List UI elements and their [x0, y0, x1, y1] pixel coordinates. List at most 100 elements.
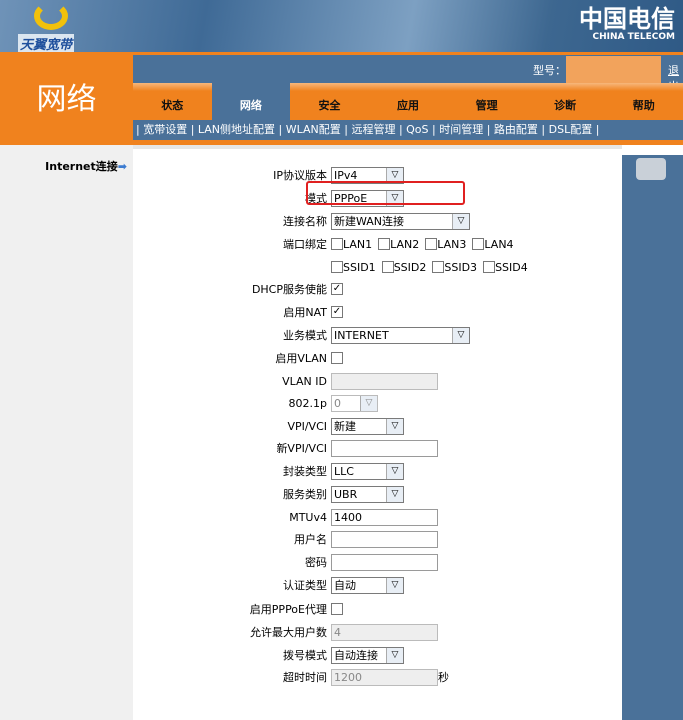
select-field[interactable]: INTERNET ▽ — [331, 326, 470, 344]
field-label: 模式 — [305, 192, 327, 205]
chevron-down-icon: ▽ — [452, 327, 469, 343]
port-checkbox[interactable]: LAN1 — [331, 238, 372, 251]
select-value: LLC — [334, 464, 354, 478]
text-input[interactable]: 4 — [331, 623, 438, 641]
chevron-down-icon: ▽ — [452, 213, 469, 229]
text-input[interactable]: 1400 — [331, 508, 438, 526]
tab-0[interactable]: 状态 — [133, 83, 212, 120]
field-label: IP协议版本 — [273, 169, 327, 182]
blurred-item — [636, 158, 666, 180]
select-field[interactable]: 0 ▽ — [331, 394, 378, 412]
form-row: 连接名称 新建WAN连接 ▽ — [133, 211, 622, 231]
form-row: 服务类别 UBR ▽ — [133, 484, 622, 504]
china-telecom-logo: 中国电信 CHINA TELECOM — [579, 5, 675, 42]
model-label: 型号： — [533, 64, 566, 77]
checkbox-label: SSID4 — [495, 260, 528, 274]
form-row: 端口绑定 LAN1 LAN2 LAN3 LAN4 — [133, 234, 622, 254]
checkbox[interactable] — [331, 352, 343, 364]
tab-4[interactable]: 管理 — [447, 83, 526, 120]
text-input[interactable] — [331, 553, 438, 571]
form-row: VPI/VCI 新建 ▽ — [133, 416, 622, 436]
unit-suffix: 秒 — [438, 671, 449, 684]
chevron-down-icon: ▽ — [386, 577, 403, 593]
text-input[interactable]: 1200 — [331, 668, 438, 686]
checkbox-label: LAN2 — [390, 237, 420, 251]
field-label: 连接名称 — [283, 215, 327, 228]
select-field[interactable]: UBR ▽ — [331, 485, 404, 503]
form-row: 用户名 — [133, 529, 622, 549]
field-label: VLAN ID — [282, 374, 327, 388]
tab-6[interactable]: 帮助 — [604, 83, 683, 120]
arrow-right-icon: ➡ — [117, 160, 127, 173]
form-row: 启用VLAN — [133, 348, 622, 368]
form-row: 允许最大用户数 4 — [133, 622, 622, 642]
port-checkbox[interactable]: LAN4 — [472, 237, 514, 251]
checkbox[interactable] — [483, 261, 496, 273]
sidebar-item-internet[interactable]: Internet连接➡ — [45, 158, 127, 174]
field-label: 启用PPPoE代理 — [249, 603, 327, 616]
form-row: 密码 — [133, 552, 622, 572]
form-row: 封装类型 LLC ▽ — [133, 461, 622, 481]
select-field[interactable]: 自动连接 ▽ — [331, 646, 404, 664]
port-checkbox[interactable]: SSID2 — [381, 260, 427, 274]
field-label: 允许最大用户数 — [250, 626, 327, 639]
checkbox[interactable] — [331, 603, 343, 615]
field-label: 业务模式 — [283, 329, 327, 342]
port-checkbox[interactable]: SSID1 — [331, 261, 376, 274]
checkbox[interactable] — [432, 261, 445, 273]
checkbox[interactable] — [472, 238, 485, 250]
checkbox[interactable]: ✓ — [331, 283, 343, 295]
field-label: 启用NAT — [283, 306, 327, 319]
field-label: 启用VLAN — [275, 352, 327, 365]
field-label: 用户名 — [294, 533, 327, 546]
checkbox[interactable] — [425, 238, 438, 250]
form-row: DHCP服务使能 ✓ — [133, 279, 622, 299]
field-label: 拨号模式 — [283, 649, 327, 662]
select-field[interactable]: LLC ▽ — [331, 462, 404, 480]
tab-5[interactable]: 诊断 — [525, 83, 605, 120]
checkbox-label: LAN4 — [484, 237, 514, 251]
checkbox-label: SSID2 — [393, 260, 427, 274]
checkbox[interactable]: ✓ — [331, 306, 343, 318]
sub-navigation[interactable]: | 宽带设置 | LAN侧地址配置 | WLAN配置 | 远程管理 | QoS … — [133, 120, 683, 140]
checkbox-label: LAN3 — [437, 237, 467, 251]
checkbox[interactable] — [381, 261, 394, 273]
select-value: IPv4 — [334, 168, 358, 182]
tianyi-logo: 天翼宽带 — [18, 2, 88, 53]
field-label: MTUv4 — [289, 510, 327, 524]
checkbox-label: SSID3 — [444, 260, 478, 274]
tab-2[interactable]: 安全 — [290, 83, 369, 120]
select-field[interactable]: 新建 ▽ — [331, 417, 404, 435]
chevron-down-icon: ▽ — [360, 395, 377, 411]
checkbox[interactable] — [331, 261, 343, 273]
form-row: 802.1p 0 ▽ — [133, 393, 622, 413]
select-field[interactable]: 新建WAN连接 ▽ — [331, 212, 470, 230]
form-row: MTUv4 1400 — [133, 507, 622, 527]
select-value: 0 — [334, 396, 341, 410]
field-label: 封装类型 — [283, 465, 327, 478]
checkbox-label: LAN1 — [343, 237, 373, 251]
right-panel — [622, 145, 683, 720]
field-label: DHCP服务使能 — [251, 283, 327, 296]
text-input[interactable] — [331, 372, 438, 390]
port-checkbox[interactable]: SSID3 — [432, 261, 477, 274]
chevron-down-icon: ▽ — [386, 647, 403, 663]
port-checkbox[interactable]: SSID4 — [483, 261, 528, 274]
section-title: 网络 — [36, 82, 97, 117]
field-label: 服务类别 — [283, 488, 327, 501]
port-checkbox[interactable]: LAN3 — [425, 238, 466, 251]
checkbox[interactable] — [331, 238, 343, 250]
port-checkbox[interactable]: LAN2 — [378, 238, 419, 251]
tab-1[interactable]: 网络 — [211, 83, 291, 120]
field-label: 端口绑定 — [283, 238, 327, 251]
select-field[interactable]: 自动 ▽ — [331, 576, 404, 594]
text-input[interactable] — [331, 439, 438, 457]
checkbox-label: SSID1 — [343, 260, 376, 274]
chevron-down-icon: ▽ — [386, 418, 403, 434]
checkbox[interactable] — [378, 238, 391, 250]
text-input[interactable] — [331, 530, 438, 548]
tab-3[interactable]: 应用 — [368, 83, 448, 120]
header-banner: 天翼宽带 中国电信 CHINA TELECOM — [0, 0, 683, 53]
select-value: UBR — [334, 487, 358, 501]
form-row: 业务模式 INTERNET ▽ — [133, 325, 622, 345]
